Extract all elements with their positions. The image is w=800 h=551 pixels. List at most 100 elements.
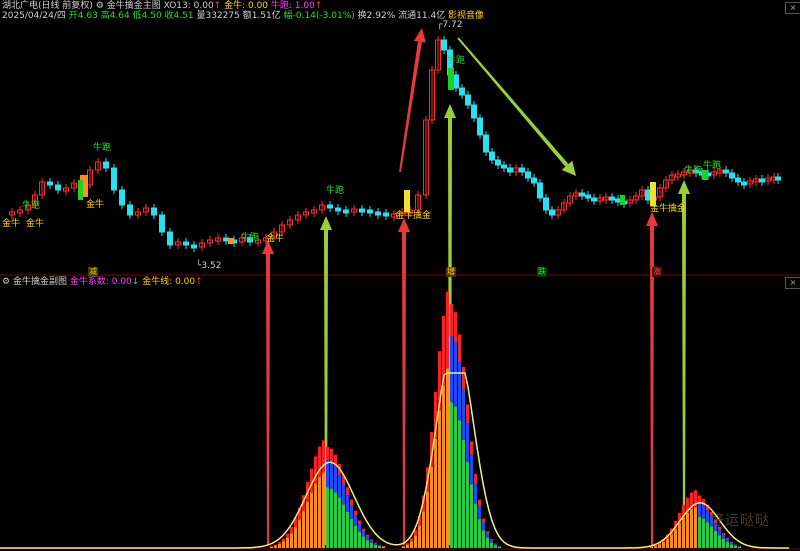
candle-body: [167, 231, 173, 246]
highlight-candle: [650, 182, 656, 206]
candle-body: [549, 209, 555, 216]
hist-bar-red: [282, 538, 285, 542]
hist-bar-red: [454, 312, 457, 343]
hist-bar-blue: [350, 505, 353, 519]
hist-bar-blue: [354, 515, 357, 526]
hist-bar-blue: [706, 510, 709, 523]
lower-indicator-name[interactable]: 金牛擒金副图: [13, 277, 67, 287]
hist-bar-red: [274, 544, 277, 546]
hist-bar-green: [702, 518, 705, 548]
hist-bar-red: [366, 534, 369, 537]
hist-bar-green: [730, 544, 733, 548]
hist-bar-green: [738, 546, 741, 548]
candle-body: [151, 207, 157, 216]
hist-bar-blue: [458, 362, 461, 421]
candle-body: [759, 178, 765, 183]
candle-body: [519, 167, 525, 173]
hist-bar-green: [466, 462, 469, 548]
jinniu-line-curve: [0, 372, 789, 549]
low-mark-label: └3.52: [196, 261, 222, 271]
green-arrow-4-shaft: [682, 194, 686, 545]
candle-body: [723, 169, 729, 174]
hist-bar-green: [478, 519, 481, 548]
hist-bar-green: [498, 546, 501, 548]
green-arrow-4-head: [678, 180, 690, 194]
candle-body: [591, 197, 597, 202]
hist-bar-red: [346, 487, 349, 496]
hist-bar-orange: [286, 537, 289, 548]
hist-bar-blue: [334, 466, 337, 493]
hist-bar-red: [446, 291, 449, 369]
hist-bar-red: [494, 543, 497, 545]
red-arrow-3-shaft: [399, 41, 422, 173]
hist-bar-orange: [438, 410, 441, 548]
candle-body: [585, 194, 591, 199]
hist-bar-blue: [374, 543, 377, 545]
jinniu-line-value: 金牛线: 0.00: [142, 277, 196, 287]
hist-bar-orange: [654, 545, 657, 548]
hist-bar-red: [450, 304, 453, 336]
hist-bar-red: [722, 532, 725, 535]
highlight-candle: [702, 170, 708, 180]
hist-bar-red: [730, 541, 733, 543]
hist-bar-blue: [486, 533, 489, 538]
hist-bar-green: [362, 536, 365, 548]
hist-bar-green: [358, 531, 361, 548]
hist-bar-red: [482, 518, 485, 523]
hist-bar-red: [330, 448, 333, 462]
candle-body: [111, 167, 117, 191]
price-chart[interactable]: [0, 0, 800, 551]
red-arrow-1-shaft: [266, 254, 270, 545]
hist-bar-blue: [462, 390, 465, 440]
lower-settings-icon[interactable]: ⚙: [2, 277, 10, 287]
candle-body: [453, 74, 459, 89]
hist-bar-blue: [498, 546, 501, 547]
hist-bar-orange: [402, 546, 405, 548]
hist-bar-blue: [474, 483, 477, 504]
hist-bar-orange: [298, 519, 301, 548]
hist-bar-red: [322, 440, 325, 473]
hist-bar-green: [350, 518, 353, 548]
hist-bar-orange: [650, 546, 653, 548]
hist-bar-blue: [702, 505, 705, 519]
candle-body: [119, 189, 125, 206]
hist-bar-green: [454, 406, 457, 548]
hist-bar-blue: [330, 461, 333, 489]
hist-bar-orange: [674, 529, 677, 548]
candle-body: [735, 177, 741, 183]
candle-body: [531, 177, 537, 184]
hist-bar-orange: [278, 543, 281, 548]
hist-bar-blue: [358, 524, 361, 532]
hist-bar-blue: [450, 336, 453, 403]
watermark: 好运哒哒: [710, 513, 770, 529]
hist-bar-green: [490, 542, 493, 548]
hist-bar-blue: [370, 540, 373, 543]
hist-bar-blue: [490, 540, 493, 543]
candle-body: [501, 164, 507, 169]
hist-bar-orange: [446, 368, 449, 548]
candle-body: [55, 184, 61, 191]
hist-bar-red: [410, 538, 413, 542]
hist-bar-green: [378, 546, 381, 548]
hist-bar-blue: [734, 544, 737, 546]
candle-body: [47, 181, 53, 186]
hist-bar-red: [406, 543, 409, 545]
hist-bar-orange: [422, 511, 425, 548]
hist-bar-green: [482, 530, 485, 548]
hist-bar-orange: [678, 523, 681, 548]
hist-bar-blue: [338, 474, 341, 498]
hist-bar-red: [270, 545, 273, 547]
red-arrow-2-shaft: [402, 232, 406, 545]
lower-close-icon[interactable]: ×: [785, 277, 800, 289]
hist-bar-green: [342, 504, 345, 548]
lower-header: ⚙ 金牛擒金副图 金牛系数: 0.00↓ 金牛线: 0.00↑: [2, 277, 203, 288]
jinniu-label-3: 金牛: [26, 219, 45, 229]
hist-bar-blue: [722, 534, 725, 540]
coef-arrow-icon: ↓: [131, 277, 140, 287]
hist-bar-red: [370, 539, 373, 541]
hist-bar-red: [466, 404, 469, 424]
highlight-candle: [228, 238, 234, 244]
hist-bar-red: [474, 473, 477, 484]
hist-bar-green: [726, 541, 729, 548]
green-arrow-2-head: [444, 104, 456, 118]
